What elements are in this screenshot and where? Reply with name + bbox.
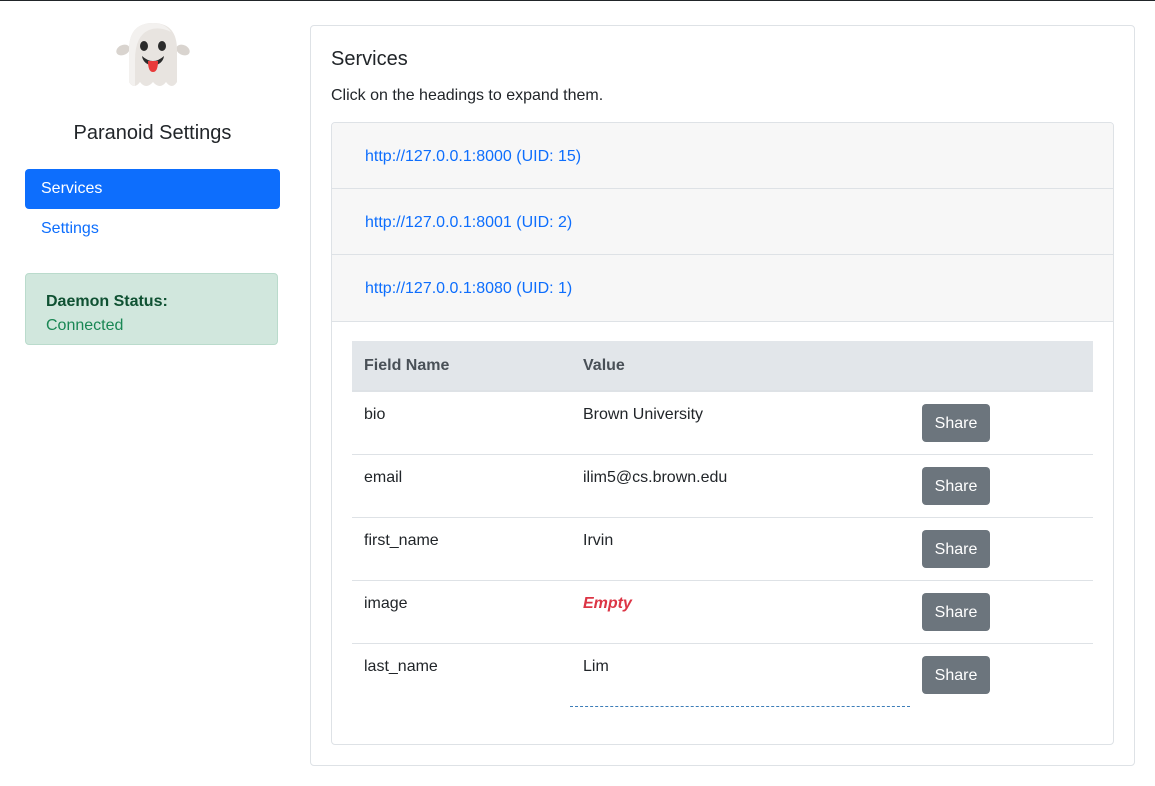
page-title: Services (331, 48, 408, 70)
page-subtitle: Click on the headings to expand them. (331, 87, 604, 104)
accordion-header-service-1[interactable]: http://127.0.0.1:8000 (UID: 15) (332, 123, 1113, 189)
action-cell: Share (910, 391, 1093, 455)
share-button[interactable]: Share (922, 404, 990, 442)
field-name-cell: first_name (352, 517, 571, 581)
field-value-cell: Irvin (571, 517, 910, 581)
accordion-header-service-3[interactable]: http://127.0.0.1:8080 (UID: 1) (332, 255, 1113, 322)
column-header-value: Value (571, 341, 910, 392)
accordion-header-service-2[interactable]: http://127.0.0.1:8001 (UID: 2) (332, 189, 1113, 255)
table-row: image Empty Share (352, 580, 1093, 644)
table-row: last_name Lim Share (352, 644, 1093, 707)
field-value-cell: Brown University (571, 391, 910, 455)
nav-item-settings[interactable]: Settings (25, 209, 280, 249)
field-value-cell: Lim (583, 658, 609, 675)
field-value-cell: ilim5@cs.brown.edu (571, 454, 910, 518)
services-card: Services Click on the headings to expand… (310, 25, 1135, 766)
accordion-body-service-3: Field Name Value bio Brown University Sh… (332, 322, 1113, 707)
table-header-row: Field Name Value (352, 341, 1093, 392)
ghost-icon (115, 23, 190, 86)
sidebar-nav: Services Settings (25, 169, 280, 249)
table-row: email ilim5@cs.brown.edu Share (352, 454, 1093, 518)
share-button[interactable]: Share (922, 656, 990, 694)
table-row: first_name Irvin Share (352, 517, 1093, 581)
column-header-action (910, 341, 1093, 392)
focus-dashed-underline (570, 706, 910, 707)
daemon-status-value: Connected (46, 317, 124, 334)
field-name-cell: email (352, 454, 571, 518)
logo (25, 20, 280, 100)
action-cell: Share (910, 517, 1093, 581)
field-value-cell: Empty (571, 580, 910, 644)
column-header-field-name: Field Name (352, 341, 571, 392)
top-border (0, 0, 1155, 1)
app-title: Paranoid Settings (73, 122, 232, 144)
action-cell: Share (910, 644, 1093, 707)
services-accordion: http://127.0.0.1:8000 (UID: 15) http://1… (331, 122, 1114, 745)
daemon-status-box: Daemon Status: Connected (25, 273, 278, 345)
action-cell: Share (910, 580, 1093, 644)
action-cell: Share (910, 454, 1093, 518)
field-name-cell: last_name (364, 658, 438, 675)
daemon-status-label: Daemon Status: (46, 293, 168, 310)
share-button[interactable]: Share (922, 467, 990, 505)
fields-table: Field Name Value bio Brown University Sh… (352, 341, 1093, 706)
share-button[interactable]: Share (922, 593, 990, 631)
table-row: bio Brown University Share (352, 391, 1093, 455)
field-name-cell: image (352, 580, 571, 644)
field-name-cell: bio (352, 391, 571, 455)
nav-item-services[interactable]: Services (25, 169, 280, 209)
sidebar: Paranoid Settings Services Settings Daem… (25, 20, 280, 345)
empty-value-badge: Empty (583, 595, 632, 612)
share-button[interactable]: Share (922, 530, 990, 568)
